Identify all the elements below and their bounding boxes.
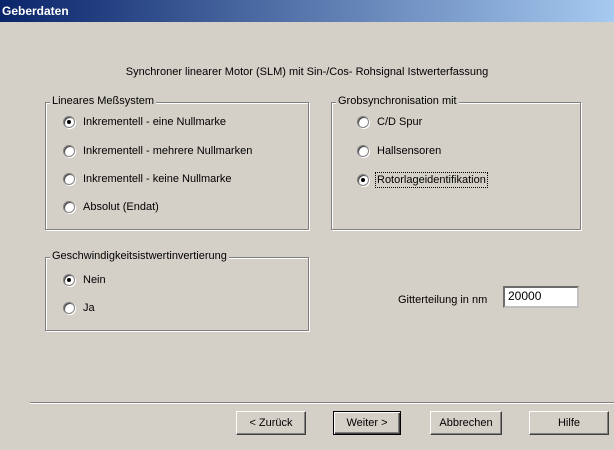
help-button-label[interactable]: Hilfe [558,417,580,429]
cancel-button[interactable]: Abbrechen [430,411,502,435]
coarse-sync-legend: Grobsynchronisation mit [336,95,459,107]
radio-circle[interactable] [63,116,75,128]
radio-circle[interactable] [357,174,369,186]
radio-label[interactable]: C/D Spur [377,116,422,128]
radio-label[interactable]: Nein [83,274,106,286]
radio-rotor-position-identification[interactable]: Rotorlageidentifikation [357,172,488,188]
radio-label[interactable]: Hallsensoren [377,145,441,157]
grid-pitch-label: Gitterteilung in nm [398,294,488,306]
radio-label[interactable]: Inkrementell - mehrere Nullmarken [83,145,252,157]
speed-inversion-group: Geschwindigkeitsistwertinvertierung [45,250,309,331]
grid-pitch-input[interactable]: 20000 [503,286,579,308]
radio-absolute-endat[interactable]: Absolut (Endat) [63,199,159,215]
radio-circle[interactable] [63,173,75,185]
radio-ja[interactable]: Ja [63,300,95,316]
radio-label[interactable]: Absolut (Endat) [83,201,159,213]
radio-label[interactable]: Inkrementell - keine Nullmarke [83,173,232,185]
radio-incremental-no-zero-mark[interactable]: Inkrementell - keine Nullmarke [63,171,232,187]
radio-hall-sensors[interactable]: Hallsensoren [357,143,441,159]
next-button[interactable]: Weiter > [333,411,401,435]
window-title: Geberdaten [2,4,69,18]
linear-measuring-system-legend: Lineares Meßsystem [50,95,157,107]
radio-circle[interactable] [357,145,369,157]
radio-circle[interactable] [357,116,369,128]
radio-label[interactable]: Ja [83,302,95,314]
radio-nein[interactable]: Nein [63,272,106,288]
radio-circle[interactable] [63,201,75,213]
speed-inversion-legend: Geschwindigkeitsistwertinvertierung [50,250,229,262]
radio-circle[interactable] [63,274,75,286]
radio-circle[interactable] [63,302,75,314]
back-button[interactable]: < Zurück [236,411,306,435]
radio-incremental-multiple-zero-marks[interactable]: Inkrementell - mehrere Nullmarken [63,143,252,159]
radio-label[interactable]: Inkrementell - eine Nullmarke [83,116,226,128]
back-button-label[interactable]: < Zurück [249,417,292,429]
motor-description: Synchroner linearer Motor (SLM) mit Sin-… [125,66,489,78]
title-bar: Geberdaten [0,0,614,22]
next-button-label[interactable]: Weiter > [346,417,387,429]
radio-circle[interactable] [63,145,75,157]
radio-cd-track[interactable]: C/D Spur [357,114,422,130]
radio-incremental-one-zero-mark[interactable]: Inkrementell - eine Nullmarke [63,114,226,130]
radio-label[interactable]: Rotorlageidentifikation [375,172,488,188]
cancel-button-label[interactable]: Abbrechen [439,417,492,429]
help-button[interactable]: Hilfe [529,411,609,435]
separator [30,402,614,404]
